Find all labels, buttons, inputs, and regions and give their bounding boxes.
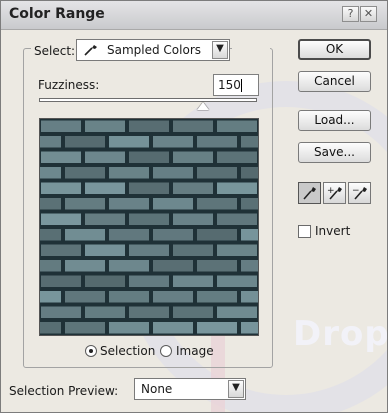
fuzziness-value: 150 <box>218 78 241 92</box>
svg-text:+: + <box>327 186 335 196</box>
eyedropper-icon <box>303 187 316 200</box>
selection-radio[interactable] <box>85 345 97 357</box>
selection-preview-value: None <box>141 382 173 396</box>
selection-preview-dropdown[interactable]: None ▼ <box>134 378 246 400</box>
cancel-button[interactable]: Cancel <box>298 71 371 92</box>
image-radio[interactable] <box>160 345 172 357</box>
subtract-from-sample-button[interactable]: − <box>348 182 371 204</box>
chevron-down-icon[interactable]: ▼ <box>228 380 244 398</box>
brick-wall-image <box>40 119 258 335</box>
select-dropdown[interactable]: Sampled Colors ▼ <box>76 39 230 61</box>
save-button[interactable]: Save... <box>298 142 371 163</box>
eyedropper-icon <box>83 43 99 57</box>
chevron-down-icon[interactable]: ▼ <box>212 41 228 59</box>
fuzziness-slider-track[interactable] <box>39 98 257 102</box>
color-range-dialog: Color Range ? ✕ Drop Select: Sampled Col… <box>0 0 388 413</box>
selection-radio-label: Selection <box>100 344 156 358</box>
eyedropper-plus-icon: + <box>327 186 342 200</box>
close-icon[interactable]: ✕ <box>360 6 377 22</box>
title-bar: Color Range ? ✕ <box>1 1 387 30</box>
fuzziness-label: Fuzziness: <box>38 78 100 92</box>
selection-preview-label: Selection Preview: <box>9 384 119 398</box>
eyedropper-tool-button[interactable] <box>298 182 321 204</box>
fuzziness-slider-thumb[interactable] <box>196 102 209 110</box>
add-to-sample-button[interactable]: + <box>323 182 346 204</box>
window-title: Color Range <box>9 6 105 22</box>
fuzziness-field[interactable]: 150 <box>213 74 259 96</box>
preview-image <box>39 118 259 336</box>
invert-label: Invert <box>315 224 351 238</box>
svg-text:−: − <box>352 186 360 196</box>
image-radio-label: Image <box>176 344 214 358</box>
help-icon[interactable]: ? <box>342 6 359 22</box>
ok-button[interactable]: OK <box>298 39 371 60</box>
select-label: Select: <box>31 44 79 58</box>
select-value: Sampled Colors <box>107 43 202 57</box>
load-button[interactable]: Load... <box>298 110 371 131</box>
invert-checkbox[interactable] <box>298 225 311 238</box>
watermark-text: Drop <box>293 314 388 354</box>
eyedropper-minus-icon: − <box>352 186 367 200</box>
